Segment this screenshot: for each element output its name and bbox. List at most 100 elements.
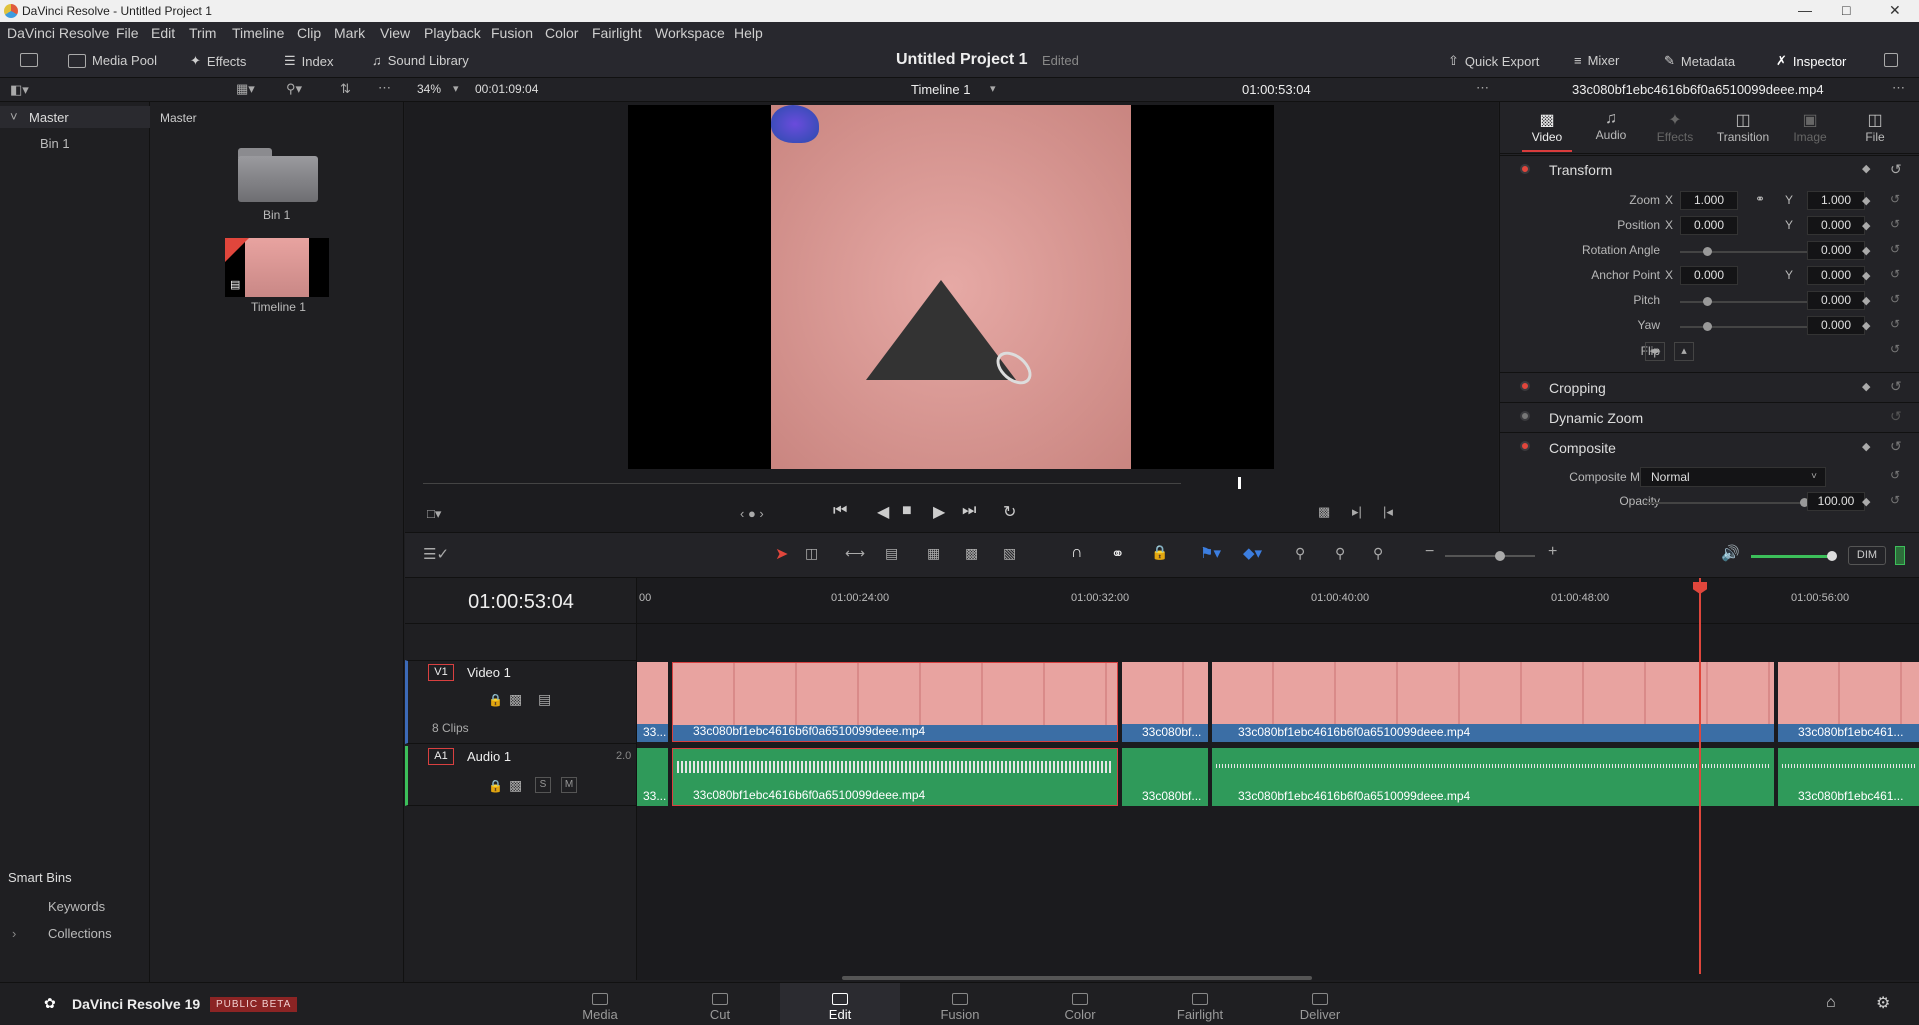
viewer-more-icon[interactable]: ⋯ [1476, 80, 1489, 96]
minimize-icon[interactable]: — [1798, 2, 1812, 18]
replace-clip-icon[interactable]: ▧ [1003, 545, 1016, 562]
sort-icon[interactable]: ⇅ [340, 81, 351, 97]
tab-transition[interactable]: ◫ Transition [1712, 110, 1774, 144]
transform-enable-toggle[interactable] [1520, 164, 1530, 174]
zoom-detail-icon[interactable]: ⚲ [1335, 545, 1345, 562]
volume-slider[interactable] [1751, 555, 1831, 558]
layout-icon[interactable] [20, 53, 38, 67]
viewer-crop-icon[interactable]: □▾ [427, 506, 441, 522]
mute-button[interactable]: M [561, 777, 577, 793]
lock-icon[interactable]: 🔒 [488, 779, 503, 793]
page-cut[interactable]: Cut [680, 993, 760, 1022]
video-track-id[interactable]: V1 [428, 664, 454, 681]
audio-clip-selected[interactable]: 33c080bf1ebc4616b6f0a6510099deee.mp4 [672, 748, 1118, 806]
zoom-in-icon[interactable]: + [1548, 543, 1557, 561]
yaw-slider[interactable] [1680, 326, 1810, 328]
video-clip[interactable]: 33c080bf1ebc461... [1778, 662, 1919, 742]
page-media[interactable]: Media [560, 993, 640, 1022]
reset-icon[interactable]: ↺ [1890, 378, 1902, 395]
keyframe-icon[interactable]: ◆ [1862, 244, 1870, 257]
page-fairlight[interactable]: Fairlight [1160, 993, 1240, 1022]
composite-toggle[interactable] [1520, 441, 1530, 451]
snapping-icon[interactable]: ∩ [1071, 544, 1083, 562]
rotation-field[interactable]: 0.000 [1807, 241, 1865, 260]
dynamic-zoom-section[interactable]: Dynamic Zoom ↺ [1500, 402, 1919, 432]
composite-mode-select[interactable]: Normal ˅ [1640, 467, 1826, 487]
smart-bin-collections[interactable]: Collections [48, 926, 112, 941]
play-icon[interactable]: ▶ [933, 502, 945, 522]
menu-mark[interactable]: Mark [334, 25, 365, 41]
pitch-slider-handle[interactable] [1703, 297, 1712, 306]
bin1-label[interactable]: Bin 1 [40, 136, 70, 151]
match-frame-icon[interactable]: ▩ [1318, 504, 1330, 520]
audio-clip[interactable]: 33c080bf1ebc461... [1778, 748, 1919, 806]
grid-view-icon[interactable]: ▦▾ [236, 81, 255, 97]
audio-clip[interactable]: 33c080bf... [1122, 748, 1208, 806]
reset-icon[interactable]: ↺ [1890, 217, 1900, 231]
chevron-down-icon[interactable]: ▾ [453, 82, 459, 95]
chevron-down-icon[interactable]: ˅ [10, 109, 18, 124]
anchor-x-field[interactable]: 0.000 [1680, 266, 1738, 285]
viewer-canvas[interactable] [628, 105, 1274, 469]
metadata-button[interactable]: ✎ Metadata [1664, 53, 1735, 69]
menu-playback[interactable]: Playback [424, 25, 481, 41]
audio-clip[interactable]: 33... [637, 748, 668, 806]
loop-icon[interactable]: ↻ [1003, 502, 1016, 522]
menu-file[interactable]: File [116, 25, 139, 41]
video-track-header[interactable]: V1 Video 1 🔒 ▩ ▤ 8 Clips [405, 660, 637, 744]
cropping-toggle[interactable] [1520, 381, 1530, 391]
next-edit-icon[interactable]: ▸| [1352, 504, 1362, 520]
selection-tool-icon[interactable]: ➤ [775, 544, 788, 564]
opacity-field[interactable]: 100.00 [1807, 492, 1865, 511]
video-clip[interactable]: 33c080bf... [1122, 662, 1208, 742]
stop-icon[interactable]: ■ [902, 502, 912, 520]
timeline-zoom-slider[interactable] [1445, 555, 1535, 557]
keyframe-icon[interactable]: ◆ [1862, 194, 1870, 207]
quick-export-button[interactable]: ⇧ Quick Export [1448, 53, 1539, 69]
prev-edit-icon[interactable]: |◂ [1383, 504, 1393, 520]
zoom-full-icon[interactable]: ⚲ [1295, 545, 1305, 562]
rotation-slider[interactable] [1680, 251, 1810, 253]
keyframe-icon[interactable]: ◆ [1862, 440, 1870, 453]
media-pool-button[interactable]: Media Pool [68, 53, 157, 68]
timeline-thumbnail[interactable]: ▤ [225, 238, 329, 297]
keyframe-icon[interactable]: ◆ [1862, 319, 1870, 332]
tab-effects[interactable]: ✦ Effects [1650, 110, 1700, 144]
reset-icon[interactable]: ↺ [1890, 438, 1902, 455]
pitch-field[interactable]: 0.000 [1807, 291, 1865, 310]
solo-button[interactable]: S [535, 777, 551, 793]
reset-icon[interactable]: ↺ [1890, 493, 1900, 507]
insert-clip-icon[interactable]: ▦ [927, 545, 940, 562]
blade-tool-icon[interactable]: ▤ [885, 545, 898, 562]
yaw-field[interactable]: 0.000 [1807, 316, 1865, 335]
position-y-field[interactable]: 0.000 [1807, 216, 1865, 235]
maximize-icon[interactable]: □ [1842, 2, 1850, 18]
timeline-name[interactable]: Timeline 1 [911, 82, 970, 97]
link-icon[interactable]: ⚭ [1755, 192, 1765, 206]
keyframe-icon[interactable]: ◆ [1862, 162, 1870, 175]
flip-vertical-icon[interactable]: ▴ [1674, 342, 1694, 361]
tab-image[interactable]: ▣ Image [1785, 110, 1835, 144]
close-icon[interactable]: ✕ [1889, 2, 1901, 19]
track-visibility-icon[interactable]: ▤ [538, 691, 551, 708]
menu-fusion[interactable]: Fusion [491, 25, 533, 41]
keyframe-icon[interactable]: ◆ [1862, 380, 1870, 393]
linked-selection-icon[interactable]: ⚭ [1111, 544, 1124, 564]
sound-library-button[interactable]: ♫ Sound Library [372, 53, 469, 68]
video-clip-selected[interactable]: 33c080bf1ebc4616b6f0a6510099deee.mp4 [672, 662, 1118, 742]
chevron-right-icon[interactable]: › [12, 926, 16, 941]
viewer-zoom[interactable]: 34% [417, 82, 441, 96]
menu-edit[interactable]: Edit [151, 25, 175, 41]
timeline-playhead[interactable] [1699, 578, 1701, 974]
inspector-more-icon[interactable]: ⋯ [1892, 80, 1905, 96]
zoom-out-icon[interactable]: − [1425, 543, 1434, 561]
video-clip[interactable]: 33... [637, 662, 668, 742]
rotation-slider-handle[interactable] [1703, 247, 1712, 256]
zoom-y-field[interactable]: 1.000 [1807, 191, 1865, 210]
home-icon[interactable]: ⌂ [1826, 994, 1836, 1012]
dim-button[interactable]: DIM [1848, 546, 1886, 565]
smart-bin-keywords[interactable]: Keywords [48, 899, 105, 914]
play-reverse-icon[interactable]: ◀ [877, 502, 889, 522]
timeline-view-options-icon[interactable]: ☰✓ [423, 545, 449, 563]
volume-handle[interactable] [1827, 551, 1837, 561]
